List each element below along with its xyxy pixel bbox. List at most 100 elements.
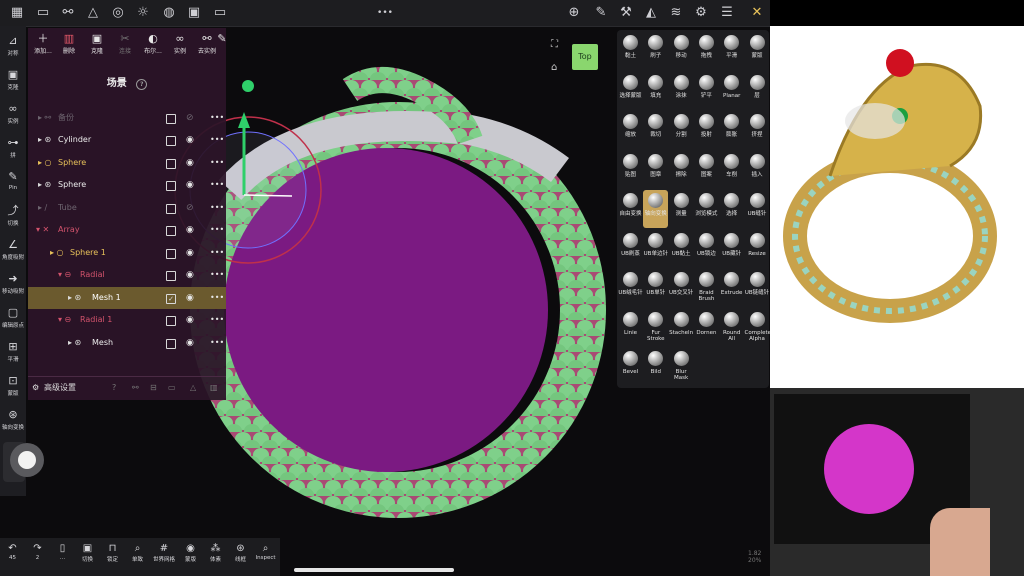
brush-item[interactable]: 擦除 — [669, 151, 694, 189]
more-dots-icon[interactable]: ••• — [210, 242, 224, 264]
gizmo-button[interactable]: ⊛ 轴向变换 — [0, 404, 26, 438]
scene-row[interactable]: ▸ ○ Sphere ◉ ••• — [28, 152, 226, 174]
layers-icon[interactable]: ≋ — [667, 4, 685, 22]
tools-icon[interactable]: ✕ — [748, 4, 766, 22]
eye-icon[interactable]: ◉ — [186, 129, 194, 151]
brush-item[interactable]: UB锁边 — [694, 230, 719, 268]
scene-row[interactable]: ▾ ⊖ Radial ◉ ••• — [28, 264, 226, 286]
wireframe-button[interactable]: ⊛ 线框 — [228, 542, 253, 563]
row-checkbox[interactable] — [166, 316, 176, 326]
eye-hidden-icon[interactable]: ⊘ — [186, 197, 194, 219]
pin-panel-button[interactable]: ✎ — [216, 32, 228, 46]
brush-item[interactable]: 车削 — [719, 151, 744, 189]
more-dots-icon[interactable]: ••• — [210, 197, 224, 219]
more-dots-icon[interactable]: ••• — [210, 332, 224, 354]
device-button[interactable]: ▯... — [50, 542, 75, 561]
brush-item[interactable]: 分割 — [669, 111, 694, 149]
brush-item[interactable]: UB黏土 — [669, 230, 694, 268]
brush-item[interactable]: 测量 — [669, 190, 694, 228]
help-icon[interactable]: ? — [136, 79, 148, 90]
join-button[interactable]: ⊶ 拼 — [0, 132, 26, 166]
brush-item[interactable]: UB交叉针 — [669, 269, 694, 307]
eye-icon[interactable]: ◉ — [186, 309, 194, 331]
sun-icon[interactable]: ☼ — [134, 4, 152, 22]
more-dots-icon[interactable]: ••• — [210, 287, 224, 309]
clone-button[interactable]: ▣ 克隆 — [0, 64, 26, 98]
brush-item[interactable]: Dornen — [694, 309, 719, 347]
eye-icon[interactable]: ◉ — [186, 242, 194, 264]
settings-gear-icon[interactable]: ⚙ — [692, 4, 710, 22]
settings-gear-icon[interactable]: ⚙ — [32, 377, 39, 399]
boolean-button[interactable]: ◐ 布尔... — [140, 32, 166, 55]
world-grid-button[interactable]: # 世界网格 — [150, 542, 178, 563]
brush-item[interactable]: UB绒毛针 — [618, 269, 643, 307]
pin-button[interactable]: ✎ Pin — [0, 166, 26, 200]
brush-icon[interactable]: ✎ — [592, 4, 610, 22]
brush-item[interactable]: 刷子 — [643, 32, 668, 70]
brush-item[interactable]: UB刷蒸 — [618, 230, 643, 268]
eye-hidden-icon[interactable]: ⊘ — [186, 107, 194, 129]
brush-item[interactable]: Stacheln — [669, 309, 694, 347]
brush-item[interactable]: 涂抹 — [669, 72, 694, 110]
brush-item[interactable]: UB单边针 — [643, 230, 668, 268]
brush-item[interactable]: 轴向变换 — [643, 190, 669, 228]
video-icon[interactable]: ▭ — [211, 4, 229, 22]
mesh-icon[interactable]: △ — [190, 377, 196, 399]
add-object-button[interactable]: ＋添加... — [30, 32, 56, 55]
undo-button[interactable]: ↶ 45 — [0, 542, 25, 561]
eye-icon[interactable]: ◉ — [186, 219, 194, 241]
scene-row[interactable]: ▸ ⚯ 备份 ⊘ ••• — [28, 107, 226, 129]
scene-row[interactable]: ▸ ∕ Tube ⊘ ••• — [28, 197, 226, 219]
brush-item[interactable]: 贴图 — [618, 151, 643, 189]
eye-icon[interactable]: ◉ — [186, 152, 194, 174]
image-icon[interactable]: ▣ — [185, 4, 203, 22]
material-ball-icon[interactable]: ◍ — [160, 4, 178, 22]
voxel-button[interactable]: ⁂ 体素 — [203, 542, 228, 563]
switch-view-button[interactable]: ▣ 切换 — [75, 542, 100, 563]
scene-row[interactable]: ▸ ⊛ Cylinder ◉ ••• — [28, 129, 226, 151]
instance-button[interactable]: ∞ 实例 — [0, 98, 26, 132]
row-checkbox[interactable] — [166, 271, 176, 281]
layers-icon[interactable]: ⊟ — [150, 377, 157, 399]
row-checkbox[interactable] — [166, 249, 176, 259]
brush-item[interactable]: 蒙版 — [745, 32, 770, 70]
scene-row[interactable]: ▸ ⊛ Sphere ◉ ••• — [28, 174, 226, 196]
row-checkbox[interactable] — [166, 136, 176, 146]
brush-item[interactable]: Complete Alpha — [745, 309, 771, 347]
globe-icon[interactable]: ◎ — [109, 4, 127, 22]
share-graph-icon[interactable]: ⚯ — [59, 4, 77, 22]
row-checkbox[interactable] — [166, 226, 176, 236]
brush-item[interactable]: 投射 — [694, 111, 719, 149]
mesh-icon[interactable]: △ — [84, 4, 102, 22]
more-dots-icon[interactable]: ••• — [210, 107, 224, 129]
folder-icon[interactable]: ▭ — [34, 4, 52, 22]
clone-object-button[interactable]: ▣ 克隆 — [84, 32, 110, 55]
gizmo-mode-icon[interactable]: ⊕ — [565, 4, 583, 22]
lock-button[interactable]: ⊓ 锁定 — [100, 542, 125, 563]
brush-item[interactable]: 铲平 — [694, 72, 719, 110]
row-checkbox[interactable] — [166, 114, 176, 124]
fullscreen-icon[interactable]: ⛶ — [551, 39, 565, 50]
brush-item[interactable]: 插入 — [745, 151, 770, 189]
stroke-record-button[interactable] — [10, 443, 44, 477]
brush-item[interactable]: 图案 — [694, 151, 719, 189]
single-button[interactable]: ⌕ 单致 — [125, 542, 150, 563]
stroke-icon[interactable]: ⚒ — [617, 4, 635, 22]
brush-item[interactable]: Bild — [643, 348, 668, 386]
angle-snap-button[interactable]: ∠ 角度吸附 — [0, 234, 26, 268]
brush-item[interactable]: 移动 — [669, 32, 694, 70]
scene-row[interactable]: ▸ ⊛ Mesh ◉ ••• — [28, 332, 226, 354]
eye-icon[interactable]: ◉ — [186, 264, 194, 286]
grid-menu-icon[interactable]: ▦ — [8, 4, 26, 22]
more-dots-icon[interactable]: ••• — [210, 264, 224, 286]
brush-item[interactable]: UB藏针 — [719, 230, 744, 268]
inspect-button[interactable]: ⌕ Inspect — [253, 542, 278, 561]
brush-item[interactable]: UB链缝针 — [745, 269, 770, 307]
scene-row[interactable]: ▸ ○ Sphere 1 ◉ ••• — [28, 242, 226, 264]
eye-icon[interactable]: ◉ — [186, 287, 194, 309]
scene-row[interactable]: ▾ ⊖ Radial 1 ◉ ••• — [28, 309, 226, 331]
row-checkbox[interactable] — [166, 159, 176, 169]
brush-item[interactable]: UB单针 — [643, 269, 668, 307]
more-dots-icon[interactable]: ••• — [210, 219, 224, 241]
scene-row[interactable]: ▾ ✕ Array ◉ ••• — [28, 219, 226, 241]
